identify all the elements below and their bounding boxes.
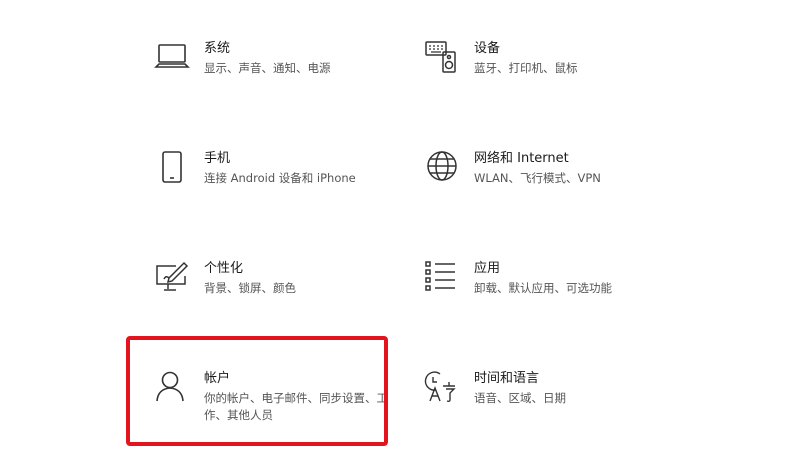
tile-description: 连接 Android 设备和 iPhone	[204, 171, 356, 185]
tile-description: 显示、声音、通知、电源	[204, 61, 331, 75]
tile-title: 应用	[474, 261, 501, 276]
tile-devices[interactable]: 设备 蓝牙、打印机、鼠标	[424, 40, 664, 110]
paint-monitor-icon	[154, 260, 190, 296]
time-language-icon	[424, 370, 460, 406]
app-list-icon	[424, 260, 460, 296]
tile-description: 卸载、默认应用、可选功能	[474, 281, 612, 295]
globe-icon	[424, 150, 460, 186]
tile-description: 蓝牙、打印机、鼠标	[474, 61, 578, 75]
tile-title: 个性化	[204, 261, 244, 276]
tile-title: 网络和 Internet	[474, 151, 569, 166]
settings-home-grid: 系统 显示、声音、通知、电源 设备 蓝牙、打印机、鼠标 手机 连接 Androi…	[0, 0, 800, 450]
tile-network[interactable]: 网络和 Internet WLAN、飞行模式、VPN	[424, 150, 664, 220]
tile-description: 你的帐户、电子邮件、同步设置、工作、其他人员	[204, 391, 388, 422]
phone-icon	[154, 150, 190, 186]
tile-accounts[interactable]: 帐户 你的帐户、电子邮件、同步设置、工作、其他人员	[154, 370, 394, 440]
tile-description: 语音、区域、日期	[474, 391, 566, 405]
tile-system[interactable]: 系统 显示、声音、通知、电源	[154, 40, 394, 110]
keyboard-speaker-icon	[424, 40, 460, 76]
tile-phone[interactable]: 手机 连接 Android 设备和 iPhone	[154, 150, 394, 220]
tile-description: WLAN、飞行模式、VPN	[474, 171, 601, 185]
person-icon	[154, 370, 190, 406]
tile-title: 设备	[474, 41, 501, 56]
laptop-icon	[154, 40, 190, 76]
tile-title: 时间和语言	[474, 371, 540, 386]
tile-title: 帐户	[204, 371, 231, 386]
tile-personalization[interactable]: 个性化 背景、锁屏、颜色	[154, 260, 394, 330]
tile-description: 背景、锁屏、颜色	[204, 281, 296, 295]
tile-apps[interactable]: 应用 卸载、默认应用、可选功能	[424, 260, 664, 330]
tile-title: 系统	[204, 41, 231, 56]
tile-time-language[interactable]: 时间和语言 语音、区域、日期	[424, 370, 664, 440]
tile-title: 手机	[204, 151, 231, 166]
